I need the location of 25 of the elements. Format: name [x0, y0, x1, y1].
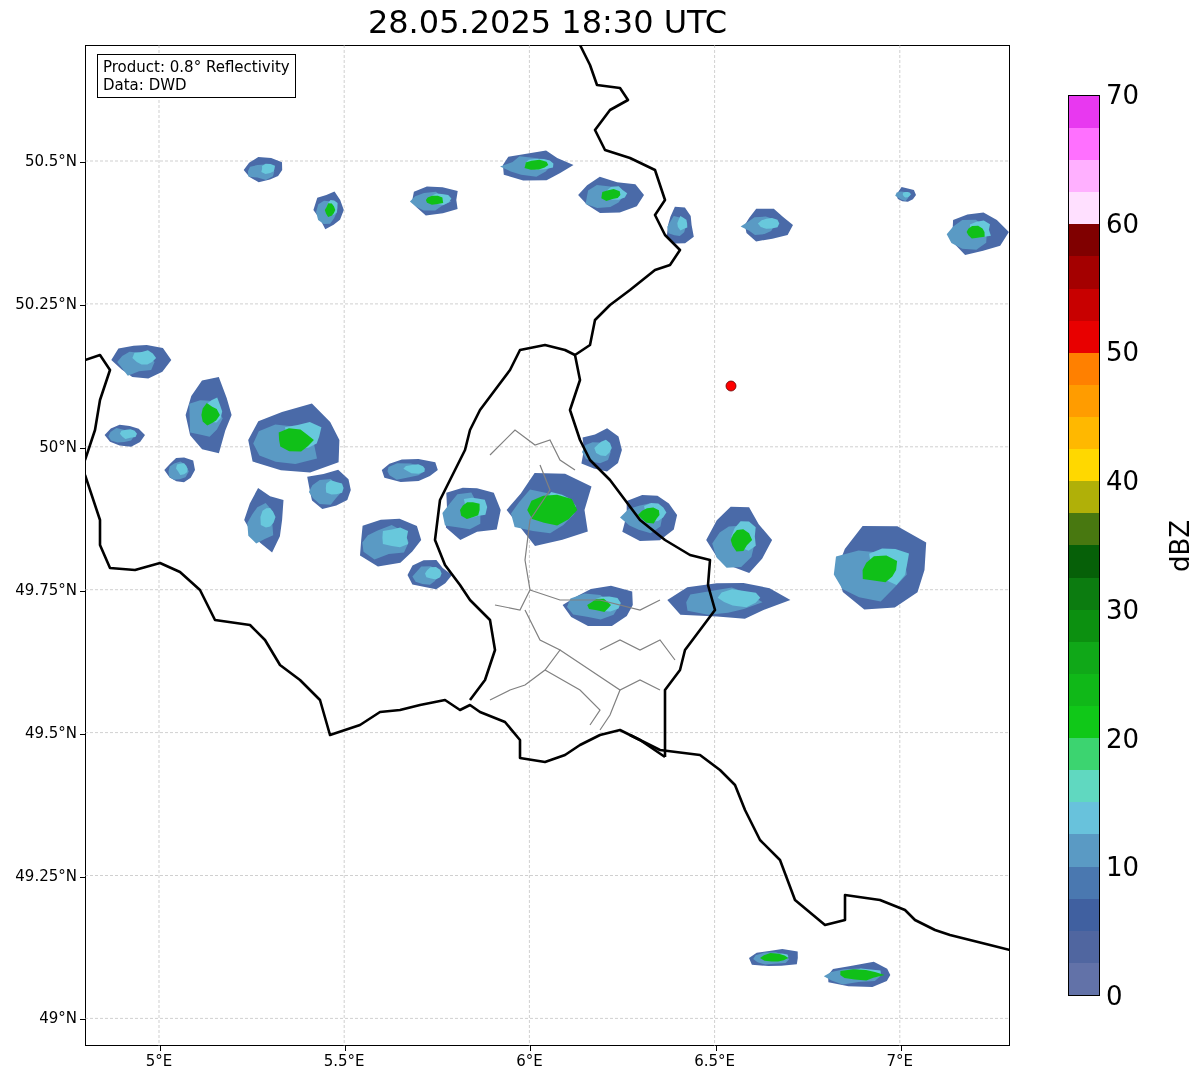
longitude-label: 6°E	[516, 1052, 543, 1070]
latitude-label: 50.25°N	[15, 294, 77, 313]
latitude-label: 49°N	[39, 1009, 77, 1028]
unit-label: dBZ	[1165, 519, 1195, 572]
longitude-label: 7°E	[886, 1052, 914, 1070]
chart-title: 28.05.2025 18:30 UTC	[367, 2, 728, 43]
radar-site-marker	[725, 380, 737, 392]
latitude-label: 50°N	[39, 437, 77, 456]
scale-value: 0	[1106, 981, 1123, 1011]
scale-value: 50	[1106, 337, 1140, 368]
longitude-label: 5.5°E	[323, 1052, 365, 1070]
scale-value: 40	[1106, 466, 1140, 497]
latitude-label: 49.25°N	[15, 866, 77, 885]
scale-value: 70	[1106, 80, 1140, 110]
longitude-label: 5°E	[145, 1052, 173, 1070]
legend-text: Data: DWD	[103, 76, 188, 94]
latitude-label: 50.5°N	[24, 152, 77, 170]
latitude-label: 49.75°N	[15, 580, 77, 599]
scale-value: 20	[1106, 723, 1140, 754]
scale-value: 30	[1106, 594, 1140, 625]
longitude-label: 6.5°E	[694, 1052, 735, 1070]
latitude-label: 49.5°N	[24, 723, 77, 742]
scale-value: 10	[1106, 852, 1140, 883]
legend-text: Product: 0.8° Reflectivity	[103, 58, 290, 76]
scale-value: 60	[1106, 208, 1140, 239]
